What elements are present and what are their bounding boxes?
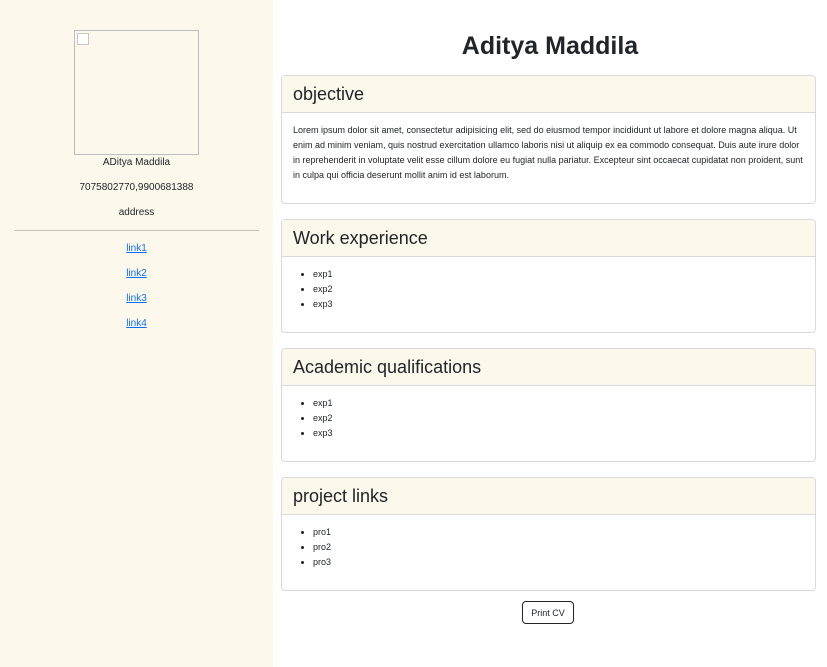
page-title: Aditya Maddila (461, 32, 639, 60)
academic-card-body: exp1 exp2 exp3 (282, 386, 815, 451)
work-experience-list: exp1 exp2 exp3 (293, 267, 804, 312)
project-links-card-title: project links (282, 478, 815, 515)
sidebar-link-1[interactable]: link1 (126, 243, 147, 254)
project-links-card-body: pro1 pro2 pro3 (282, 515, 815, 580)
academic-card: Academic qualifications exp1 exp2 exp3 (281, 348, 816, 462)
objective-card: objective Lorem ipsum dolor sit amet, co… (281, 75, 816, 204)
list-item: exp2 (313, 282, 804, 297)
list-item: exp1 (313, 267, 804, 282)
profile-photo (74, 30, 199, 155)
work-experience-card-title: Work experience (282, 220, 815, 257)
academic-list: exp1 exp2 exp3 (293, 396, 804, 441)
list-item: exp2 (313, 411, 804, 426)
objective-text: Lorem ipsum dolor sit amet, consectetur … (293, 125, 803, 180)
project-links-card: project links pro1 pro2 pro3 (281, 477, 816, 591)
list-item: pro1 (313, 525, 804, 540)
list-item: exp3 (313, 426, 804, 441)
sidebar-link-4[interactable]: link4 (126, 318, 147, 329)
work-experience-card: Work experience exp1 exp2 exp3 (281, 219, 816, 333)
profile-address: address (118, 207, 155, 218)
list-item: exp1 (313, 396, 804, 411)
sidebar-link-2[interactable]: link2 (126, 268, 147, 279)
project-links-list: pro1 pro2 pro3 (293, 525, 804, 570)
objective-card-body: Lorem ipsum dolor sit amet, consectetur … (282, 113, 815, 193)
list-item: pro2 (313, 540, 804, 555)
sidebar-divider (14, 230, 259, 231)
academic-card-title: Academic qualifications (282, 349, 815, 386)
sidebar: ADitya Maddila 7075802770,9900681388 add… (0, 0, 273, 667)
broken-image-icon (77, 33, 89, 45)
objective-card-title: objective (282, 76, 815, 113)
print-cv-button[interactable]: Print CV (522, 601, 574, 624)
profile-name: ADitya Maddila (102, 157, 171, 168)
profile-phones: 7075802770,9900681388 (79, 182, 194, 193)
list-item: pro3 (313, 555, 804, 570)
sidebar-link-3[interactable]: link3 (126, 293, 147, 304)
list-item: exp3 (313, 297, 804, 312)
work-experience-card-body: exp1 exp2 exp3 (282, 257, 815, 322)
